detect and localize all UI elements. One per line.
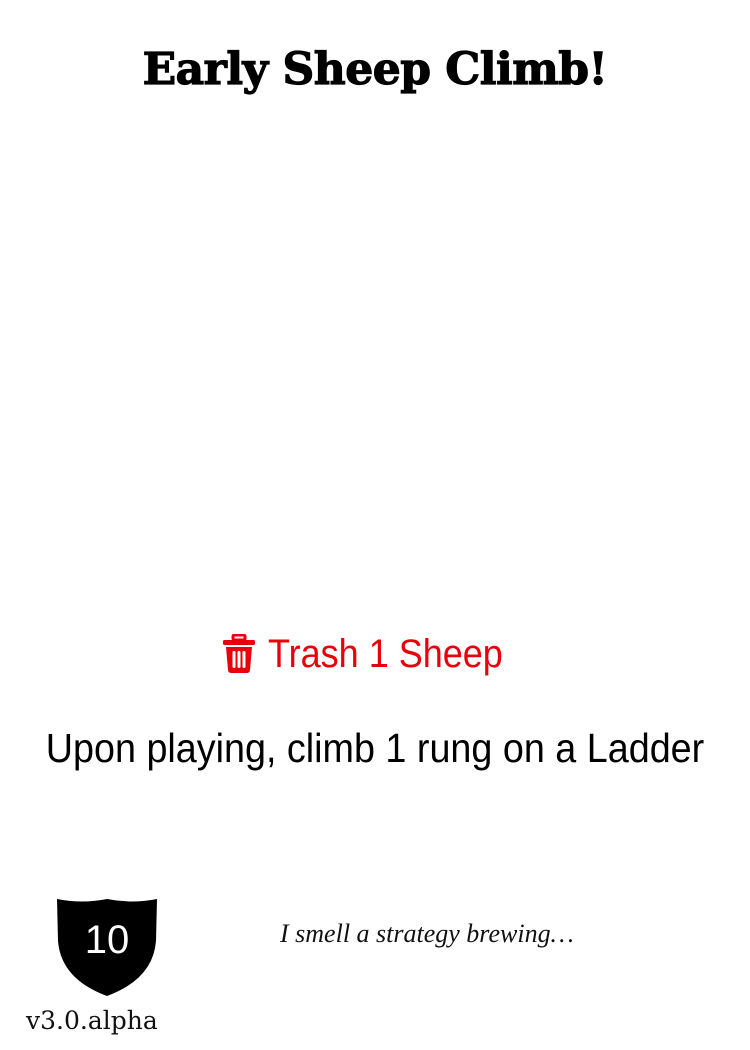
version-label: v3.0.alpha bbox=[26, 1006, 158, 1035]
card-title: Early Sheep Climb! bbox=[142, 43, 608, 95]
flavor-text: I smell a strategy brewing… bbox=[280, 919, 574, 948]
trash-icon bbox=[222, 634, 256, 674]
cost-text: Trash 1 Sheep bbox=[267, 632, 503, 676]
card-effect-text: Upon playing, climb 1 rung on a Ladder bbox=[45, 725, 705, 771]
card-cost: Trash 1 Sheep bbox=[0, 630, 750, 678]
shield-value: 10 bbox=[84, 918, 130, 962]
